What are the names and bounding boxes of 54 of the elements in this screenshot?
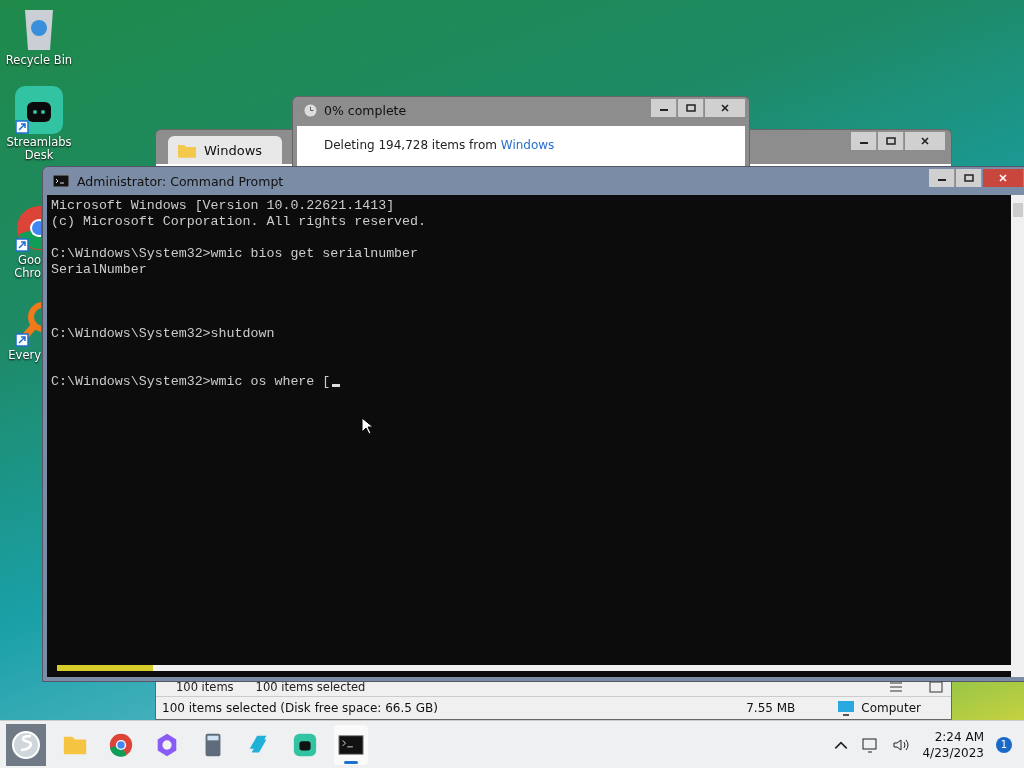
clock[interactable]: 2:24 AM 4/23/2023: [922, 728, 984, 761]
console-line: C:\Windows\System32>shutdown: [51, 326, 275, 342]
minimize-button[interactable]: [651, 99, 677, 117]
minimize-button[interactable]: [929, 169, 955, 187]
selected-count: 100 items selected: [255, 680, 366, 694]
magnifier-icon[interactable]: [15, 299, 41, 347]
monitor-icon: [837, 700, 856, 716]
close-icon: [720, 103, 730, 113]
terminal-taskbar-icon[interactable]: [334, 724, 368, 765]
horizontal-scrollbar[interactable]: [57, 665, 1011, 671]
console-line: C:\Windows\System32>wmic bios get serialnumber: [51, 246, 419, 262]
desktop-icon-label[interactable]: Every: [5, 349, 41, 362]
console-line: SerialNumber: [51, 262, 147, 278]
explorer-tab[interactable]: Windows: [168, 136, 283, 164]
close-icon: [998, 173, 1008, 183]
close-button[interactable]: [905, 132, 945, 150]
folder-icon: [178, 142, 196, 158]
speaker-icon[interactable]: [892, 736, 911, 753]
console-icon: [53, 175, 69, 187]
details-view-icon[interactable]: [887, 680, 905, 694]
item-count: 100 items: [176, 680, 234, 694]
close-icon: [920, 136, 930, 146]
vertical-scrollbar[interactable]: [1011, 195, 1024, 677]
folder-link[interactable]: Windows: [500, 138, 555, 152]
mouse-pointer-icon: [361, 417, 373, 435]
window-title: Administrator: Command Prompt: [77, 173, 284, 189]
minimize-button[interactable]: [851, 132, 877, 150]
streamlabs-icon[interactable]: [15, 86, 63, 134]
maximize-icon: [685, 103, 696, 113]
close-button[interactable]: [983, 169, 1023, 187]
date-text: 4/23/2023: [922, 744, 984, 761]
desktop-icon-label[interactable]: Recycle Bin: [4, 54, 74, 67]
console-line: (c) Microsoft Corporation. All rights reserved.: [51, 214, 427, 230]
desktop-icon-label[interactable]: Streamlabs Desk: [4, 136, 74, 162]
desktop-icon-label[interactable]: Goo Chro: [5, 254, 41, 280]
details-text: 100 items selected (Disk free space: 66.5 GB): [162, 701, 438, 715]
tiles-view-icon[interactable]: [927, 680, 945, 694]
text-cursor: [332, 384, 341, 387]
maximize-button[interactable]: [956, 169, 982, 187]
clock-icon: [303, 103, 318, 118]
notification-badge[interactable]: 1: [996, 736, 1012, 753]
console-line: C:\Windows\System32>wmic os where [: [51, 374, 341, 390]
maximize-button[interactable]: [678, 99, 704, 117]
time-text: 2:24 AM: [934, 728, 984, 745]
size-text: 7.55 MB: [746, 701, 796, 715]
deleting-message: Deleting 194,728 items from Windows: [324, 138, 555, 152]
maximize-icon: [963, 173, 974, 183]
close-button[interactable]: [705, 99, 745, 117]
dialog-title: 0% complete: [324, 103, 407, 118]
maximize-button[interactable]: [878, 132, 904, 150]
maximize-icon: [885, 136, 896, 146]
start-button[interactable]: [6, 723, 46, 766]
console-line: Microsoft Windows [Version 10.0.22621.1413]: [51, 198, 395, 214]
location-text: Computer: [861, 701, 921, 715]
